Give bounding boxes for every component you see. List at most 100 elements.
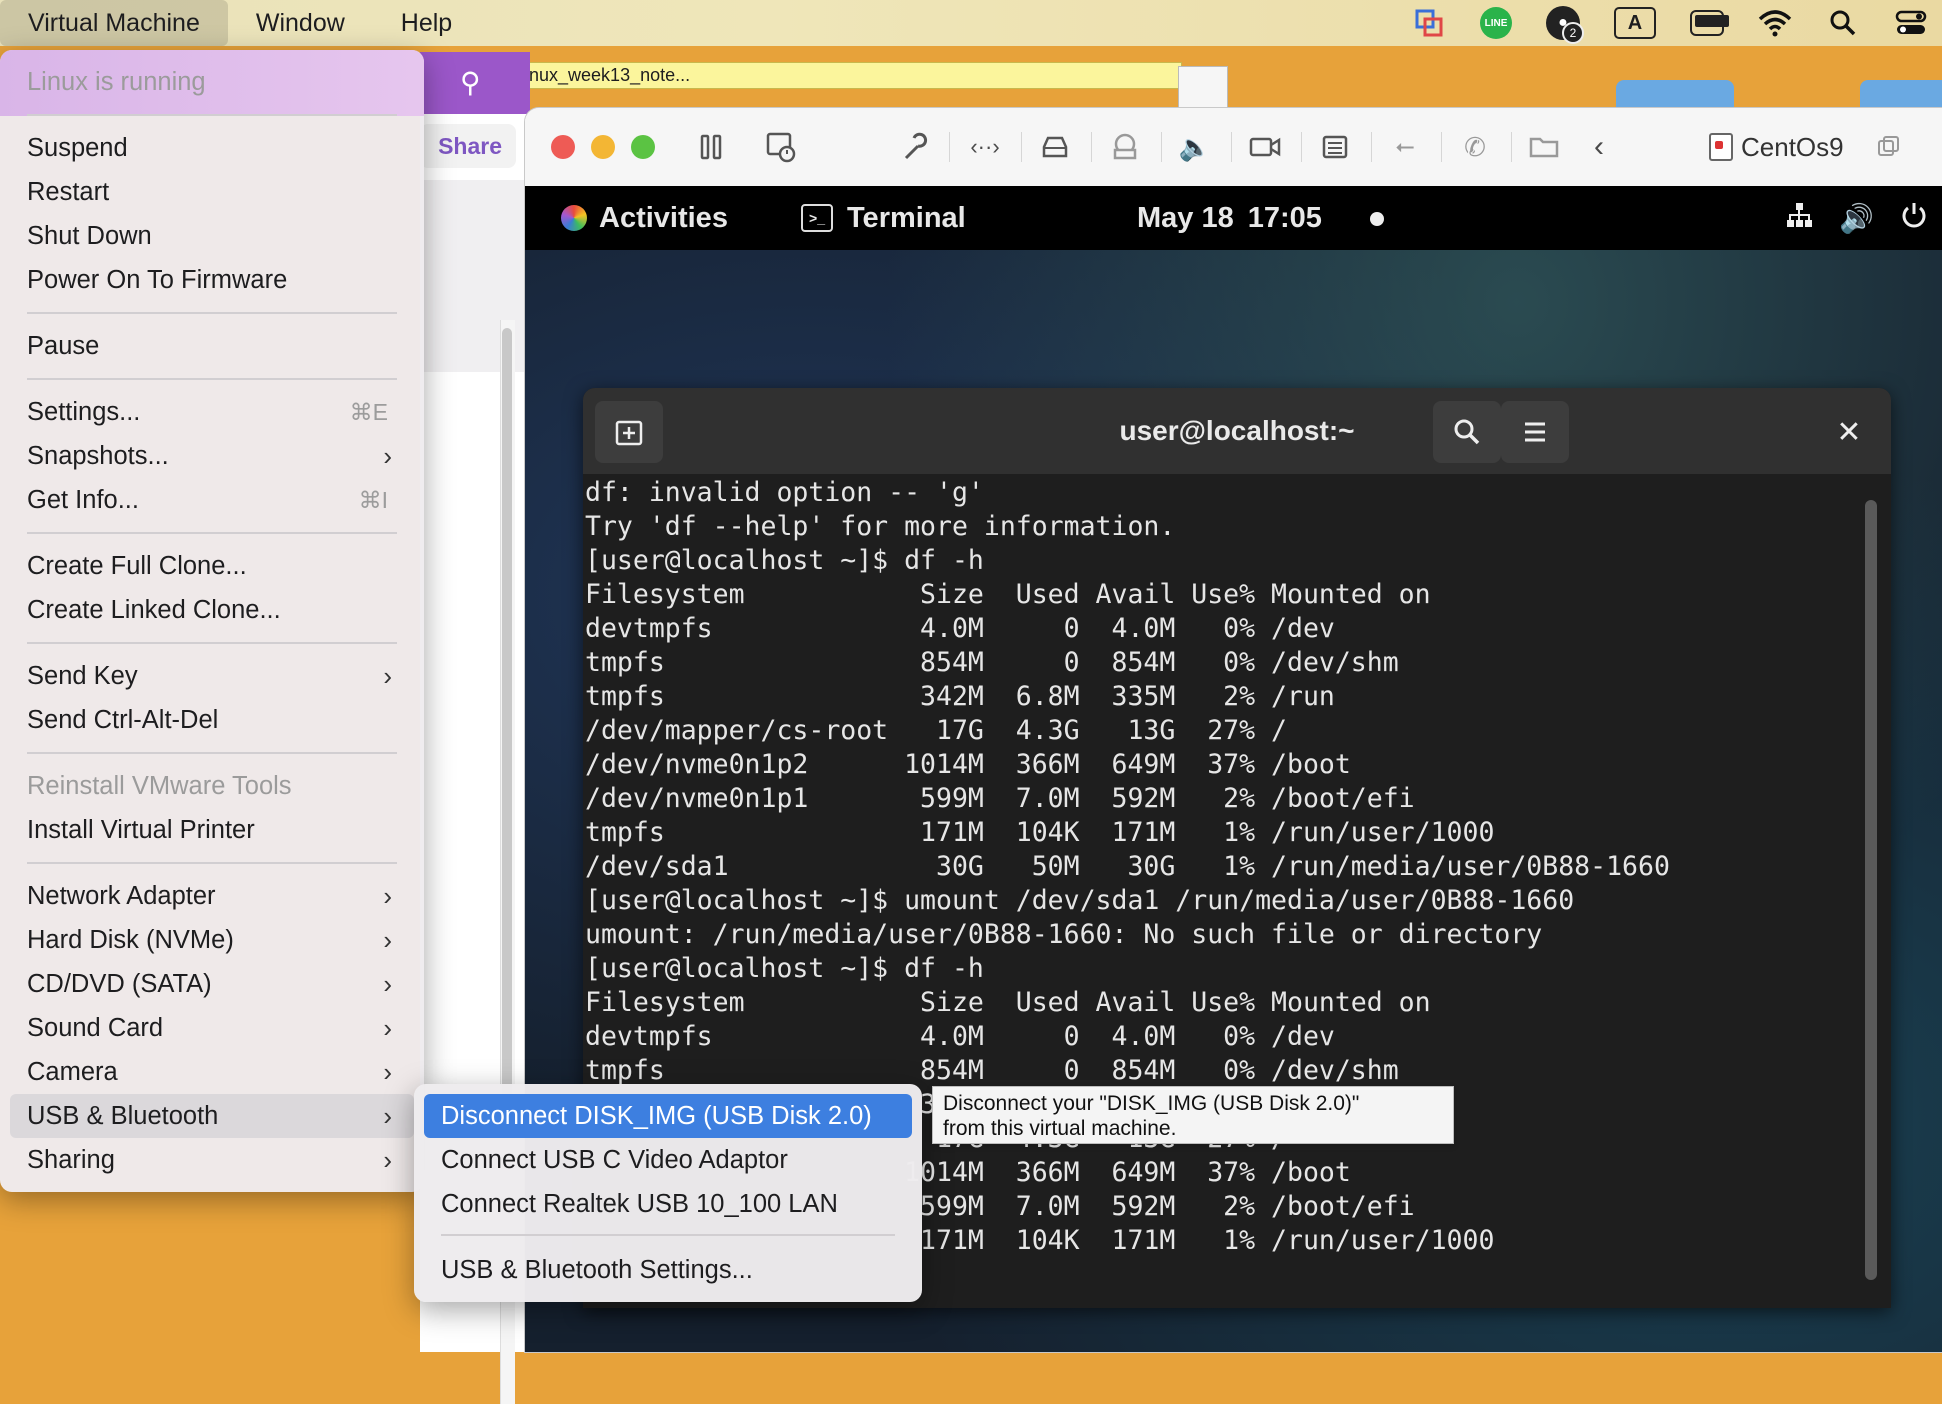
vm-name-label: CentOs9 — [1741, 131, 1844, 162]
notification-count: 2 — [1562, 22, 1584, 44]
menu-item-shut-down[interactable]: Shut Down — [10, 214, 414, 258]
chevron-right-icon: › — [383, 968, 392, 999]
share-button[interactable]: Share — [420, 124, 516, 168]
battery-icon[interactable] — [1690, 6, 1729, 40]
settings-wrench-icon[interactable] — [895, 128, 935, 166]
terminal-scrollbar[interactable] — [1865, 500, 1877, 1280]
submenu-item-connect-usb-c-video-adaptor[interactable]: Connect USB C Video Adaptor — [424, 1138, 912, 1182]
vmware-fusion-icon[interactable] — [1412, 6, 1446, 40]
background-app-header: ⚲ — [420, 52, 530, 114]
gnome-top-bar: Activities >_ Terminal May 18 17:05 🔊 — [525, 186, 1942, 250]
hard-disk-icon[interactable] — [1035, 128, 1075, 166]
terminal-search-button[interactable] — [1433, 401, 1501, 463]
terminal-line: Filesystem Size Used Avail Use% Mounted … — [585, 579, 1431, 610]
status-icons: LINE ● 2 A — [1412, 0, 1928, 46]
clock[interactable]: May 18 17:05 — [1137, 186, 1322, 250]
usb-bluetooth-submenu: Disconnect DISK_IMG (USB Disk 2.0) Conne… — [414, 1084, 922, 1302]
menu-item-network-adapter[interactable]: Network Adapter › — [10, 874, 414, 918]
phone-icon[interactable]: ✆ — [1455, 128, 1495, 166]
menu-item-send-ctrl-alt-del[interactable]: Send Ctrl-Alt-Del — [10, 698, 414, 742]
hamburger-menu-button[interactable] — [1501, 401, 1569, 463]
desktop-file-thumbnail[interactable] — [1178, 66, 1228, 110]
menu-separator — [27, 752, 397, 754]
menu-item-install-virtual-printer[interactable]: Install Virtual Printer — [10, 808, 414, 852]
menu-item-camera[interactable]: Camera › — [10, 1050, 414, 1094]
menu-item-create-linked-clone[interactable]: Create Linked Clone... — [10, 588, 414, 632]
submenu-item-connect-realtek-lan[interactable]: Connect Realtek USB 10_100 LAN — [424, 1182, 912, 1226]
line-icon[interactable]: LINE — [1480, 7, 1512, 39]
menu-item-pause[interactable]: Pause — [10, 324, 414, 368]
toolbar-divider — [1161, 132, 1162, 162]
menu-item-restart[interactable]: Restart — [10, 170, 414, 214]
snapshot-icon[interactable] — [761, 128, 801, 166]
menu-item-suspend[interactable]: Suspend — [10, 126, 414, 170]
wifi-icon[interactable] — [1758, 6, 1792, 40]
toolbar-divider — [1511, 132, 1512, 162]
shared-folders-icon[interactable] — [1525, 128, 1565, 166]
volume-icon: 🔊 — [1839, 202, 1874, 234]
menu-item-settings[interactable]: Settings... ⌘E — [10, 390, 414, 434]
menu-item-power-on-to-firmware[interactable]: Power On To Firmware — [10, 258, 414, 302]
camera-icon[interactable] — [1245, 128, 1285, 166]
chevron-right-icon: › — [383, 1012, 392, 1043]
menu-separator — [27, 114, 397, 116]
desktop-file-label[interactable]: inux_week13_note... — [520, 62, 1182, 89]
menu-item-cd-dvd[interactable]: CD/DVD (SATA) › — [10, 962, 414, 1006]
vm-name: CentOs9 — [1709, 128, 1844, 166]
network-icon[interactable]: ‹··› — [965, 128, 1005, 166]
activities-label: Activities — [599, 201, 728, 234]
scrollbar-thumb[interactable] — [502, 328, 512, 1108]
usb-icon[interactable]: ⭠ — [1385, 128, 1425, 166]
terminal-line: Try 'df --help' for more information. — [585, 511, 1176, 542]
submenu-item-disconnect-disk-img[interactable]: Disconnect DISK_IMG (USB Disk 2.0) — [424, 1094, 912, 1138]
app-menu-terminal[interactable]: >_ Terminal — [801, 186, 966, 250]
menu-virtual-machine[interactable]: Virtual Machine — [0, 0, 228, 46]
terminal-line: devtmpfs 4.0M 0 4.0M 0% /dev — [585, 1021, 1335, 1052]
menu-separator — [27, 862, 397, 864]
terminal-close-button[interactable]: ✕ — [1825, 408, 1873, 456]
toolbar-divider — [1231, 132, 1232, 162]
menu-bar: Virtual Machine Window Help LINE ● 2 A — [0, 0, 1942, 46]
terminal-header-bar: user@localhost:~ ✕ — [583, 388, 1891, 474]
terminal-line: Filesystem Size Used Avail Use% Mounted … — [585, 987, 1431, 1018]
minimize-window-button[interactable] — [591, 135, 615, 159]
terminal-line: [user@localhost ~]$ df -h — [585, 953, 984, 984]
menu-item-hard-disk[interactable]: Hard Disk (NVMe) › — [10, 918, 414, 962]
unity-view-icon[interactable] — [1869, 128, 1909, 166]
submenu-item-usb-bluetooth-settings[interactable]: USB & Bluetooth Settings... — [424, 1248, 912, 1292]
chat-icon[interactable]: ⚲ — [460, 66, 494, 98]
menu-item-sound-card[interactable]: Sound Card › — [10, 1006, 414, 1050]
printer-icon[interactable] — [1105, 128, 1145, 166]
menu-window[interactable]: Window — [228, 0, 373, 46]
toolbar-divider — [1091, 132, 1092, 162]
search-icon[interactable] — [1826, 6, 1860, 40]
pause-icon[interactable] — [691, 128, 731, 166]
toolbar-divider — [1441, 132, 1442, 162]
menu-item-send-key[interactable]: Send Key › — [10, 654, 414, 698]
notification-icon[interactable]: ● 2 — [1546, 6, 1584, 44]
control-center-icon[interactable] — [1894, 6, 1928, 40]
menu-separator — [27, 312, 397, 314]
menu-item-get-info[interactable]: Get Info... ⌘I — [10, 478, 414, 522]
activities-button[interactable]: Activities — [561, 186, 728, 250]
chevron-right-icon: › — [383, 440, 392, 471]
close-window-button[interactable] — [551, 135, 575, 159]
menu-item-create-full-clone[interactable]: Create Full Clone... — [10, 544, 414, 588]
sound-icon[interactable]: 🔈 — [1175, 128, 1215, 166]
chevron-right-icon: › — [383, 1144, 392, 1175]
new-tab-button[interactable] — [595, 401, 663, 463]
menu-item-sharing[interactable]: Sharing › — [10, 1138, 414, 1182]
tooltip: Disconnect your "DISK_IMG (USB Disk 2.0)… — [932, 1086, 1454, 1144]
system-status-area[interactable]: 🔊 — [1785, 186, 1928, 250]
zoom-window-button[interactable] — [631, 135, 655, 159]
display-icon[interactable] — [1315, 128, 1355, 166]
menu-help[interactable]: Help — [373, 0, 480, 46]
toolbar-divider — [1021, 132, 1022, 162]
menu-item-usb-bluetooth[interactable]: USB & Bluetooth › — [10, 1094, 414, 1138]
menu-item-snapshots[interactable]: Snapshots... › — [10, 434, 414, 478]
input-source-icon[interactable]: A — [1614, 7, 1656, 39]
terminal-line: df: invalid option -- 'g' — [585, 477, 984, 508]
vm-document-icon — [1709, 133, 1733, 161]
back-icon[interactable]: ‹ — [1579, 128, 1619, 166]
chevron-right-icon: › — [383, 660, 392, 691]
